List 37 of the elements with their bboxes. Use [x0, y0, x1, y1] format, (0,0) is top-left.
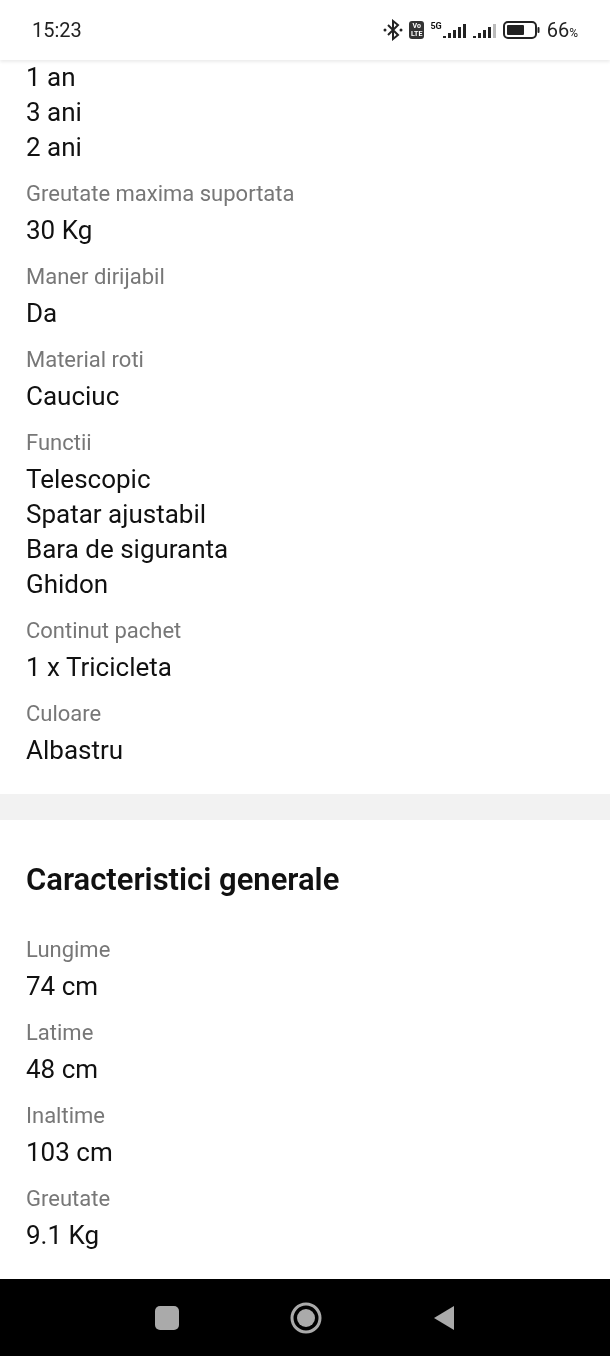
- recents-icon[interactable]: [155, 1305, 180, 1330]
- back-icon[interactable]: [432, 1304, 455, 1331]
- spec-value: 30 Kg: [26, 214, 94, 247]
- spec-value: Bara de siguranta: [26, 533, 230, 566]
- spec-label: Latime: [26, 1019, 95, 1047]
- spec-value: 2 ani: [26, 131, 83, 164]
- spec-value: 48 cm: [26, 1053, 100, 1086]
- spec-value: Telescopic: [26, 463, 152, 496]
- clock: 15:23: [32, 17, 82, 44]
- spec-label: Material roti: [26, 346, 145, 374]
- spec-value: 1 an: [26, 61, 77, 94]
- spec-value: Ghidon: [26, 568, 110, 601]
- spec-value: Cauciuc: [26, 380, 121, 413]
- spec-label: Inaltime: [26, 1102, 106, 1130]
- signal-icon: [442, 22, 467, 38]
- spec-value: Da: [26, 297, 59, 330]
- spec-value: 9.1 Kg: [26, 1219, 101, 1252]
- spec-value: Spatar ajustabil: [26, 498, 208, 531]
- spec-label: Maner dirijabil: [26, 263, 166, 291]
- bluetooth-icon: [383, 19, 404, 41]
- battery-icon: [502, 21, 541, 39]
- spec-label: Lungime: [26, 936, 112, 964]
- spec-label: Greutate: [26, 1185, 112, 1213]
- spec-label: Culoare: [26, 700, 103, 728]
- signal-icon: [472, 22, 497, 38]
- home-icon[interactable]: [290, 1301, 322, 1334]
- spec-label: Functii: [26, 429, 93, 457]
- battery-percentage: 66%: [546, 17, 578, 44]
- spec-label: Continut pachet: [26, 617, 183, 645]
- spec-value: 3 ani: [26, 96, 83, 129]
- spec-value: Albastru: [26, 734, 125, 767]
- spec-value: 1 x Tricicleta: [26, 651, 173, 684]
- spec-value: 103 cm: [26, 1136, 114, 1169]
- section-title: Caracteristici generale: [26, 860, 341, 900]
- spec-label: Greutate maxima suportata: [26, 180, 296, 208]
- spec-value: 74 cm: [26, 970, 100, 1003]
- network-type: 5G: [430, 22, 442, 31]
